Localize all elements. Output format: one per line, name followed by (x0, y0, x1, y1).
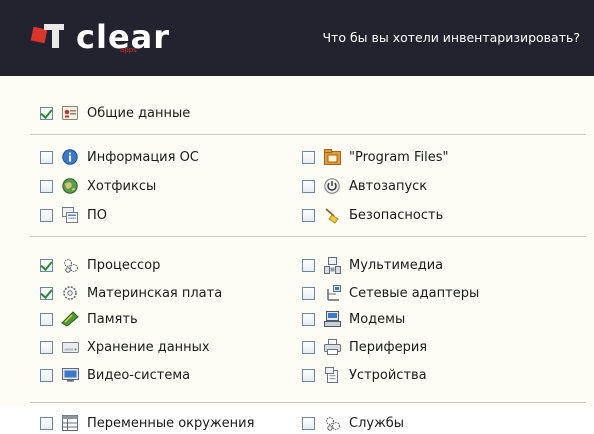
checkbox[interactable] (302, 179, 315, 193)
option-label: Информация ОС (87, 149, 199, 165)
checkbox[interactable] (40, 285, 53, 300)
printer-icon (323, 338, 341, 356)
option-modems[interactable]: Модемы (302, 308, 405, 330)
checkbox[interactable] (40, 179, 53, 193)
option-storage[interactable]: Хранение данных (40, 336, 210, 358)
folder-icon (323, 148, 341, 166)
option-label: Материнская плата (87, 285, 223, 301)
option-processor[interactable]: Процессор (40, 254, 160, 276)
page-question: Что бы вы хотели инвентаризировать? (322, 30, 580, 45)
option-multimedia[interactable]: Мультимедиа (302, 254, 443, 276)
option-label: Службы (349, 415, 405, 431)
option-services[interactable]: Службы (302, 412, 404, 434)
option-label: Автозапуск (349, 178, 428, 194)
monitor-icon (61, 366, 79, 384)
option-label: "Program Files" (349, 149, 449, 165)
modem-icon (323, 310, 341, 328)
software-icon (61, 206, 79, 224)
option-label: Общие данные (87, 105, 191, 121)
option-security[interactable]: Безопасность (302, 204, 443, 226)
option-label: Процессор (87, 257, 161, 273)
checkbox[interactable] (40, 368, 53, 382)
option-video[interactable]: Видео-система (40, 364, 190, 386)
env-table-icon (61, 414, 79, 432)
checkbox[interactable] (302, 150, 315, 164)
option-label: Память (87, 311, 138, 327)
option-label: Устройства (349, 367, 427, 383)
option-peripherals[interactable]: Периферия (302, 336, 427, 358)
cpu-icon (61, 256, 79, 274)
option-os-info[interactable]: Информация ОС (40, 146, 199, 168)
checkbox[interactable] (302, 312, 315, 326)
drive-icon (61, 338, 79, 356)
checkbox[interactable] (40, 340, 53, 354)
option-motherboard[interactable]: Материнская плата (40, 282, 222, 304)
option-label: Периферия (349, 339, 428, 355)
option-program-files[interactable]: "Program Files" (302, 146, 448, 168)
option-label: Хотфиксы (87, 178, 157, 194)
option-label: Мультимедиа (349, 257, 444, 273)
checkbox[interactable] (40, 150, 53, 164)
option-hotfixes[interactable]: Хотфиксы (40, 175, 156, 197)
logo-subtext: apps (120, 46, 137, 54)
option-general-data[interactable]: Общие данные (40, 102, 190, 124)
section-divider (30, 134, 586, 135)
section-divider (30, 402, 586, 403)
checkbox[interactable] (302, 416, 315, 430)
id-card-icon (61, 104, 79, 122)
checkbox[interactable] (302, 258, 315, 272)
memory-icon (61, 310, 79, 328)
option-environment-variables[interactable]: Переменные окружения (40, 412, 254, 434)
logo-mark-icon (30, 22, 70, 52)
checkbox[interactable] (302, 208, 315, 222)
checkbox[interactable] (302, 286, 315, 300)
checkbox[interactable] (40, 257, 53, 272)
section-divider (30, 236, 586, 237)
checkbox[interactable] (302, 368, 315, 382)
checkbox[interactable] (302, 340, 315, 354)
option-autostart[interactable]: Автозапуск (302, 175, 427, 197)
broom-icon (323, 206, 341, 224)
checkbox[interactable] (40, 416, 53, 430)
option-label: Переменные окружения (87, 415, 255, 431)
multimedia-icon (323, 256, 341, 274)
power-icon (323, 177, 341, 195)
option-label: ПО (87, 207, 108, 223)
option-software[interactable]: ПО (40, 204, 107, 226)
checkbox[interactable] (40, 208, 53, 222)
app-logo: clear (30, 18, 170, 56)
checkbox[interactable] (40, 105, 53, 120)
option-label: Хранение данных (87, 339, 210, 355)
option-label: Видео-система (87, 367, 191, 383)
option-memory[interactable]: Память (40, 308, 138, 330)
option-label: Модемы (349, 311, 406, 327)
option-label: Безопасность (349, 207, 444, 223)
option-network-adapters[interactable]: Сетевые адаптеры (302, 282, 479, 304)
device-icon (323, 366, 341, 384)
option-devices[interactable]: Устройства (302, 364, 427, 386)
globe-icon (61, 177, 79, 195)
info-icon (61, 148, 79, 166)
services-icon (323, 414, 341, 432)
option-label: Сетевые адаптеры (349, 285, 480, 301)
checkbox[interactable] (40, 312, 53, 326)
header-bar: clear apps Что бы вы хотели инвентаризир… (0, 0, 594, 76)
gear-icon (61, 284, 79, 302)
network-icon (323, 284, 341, 302)
